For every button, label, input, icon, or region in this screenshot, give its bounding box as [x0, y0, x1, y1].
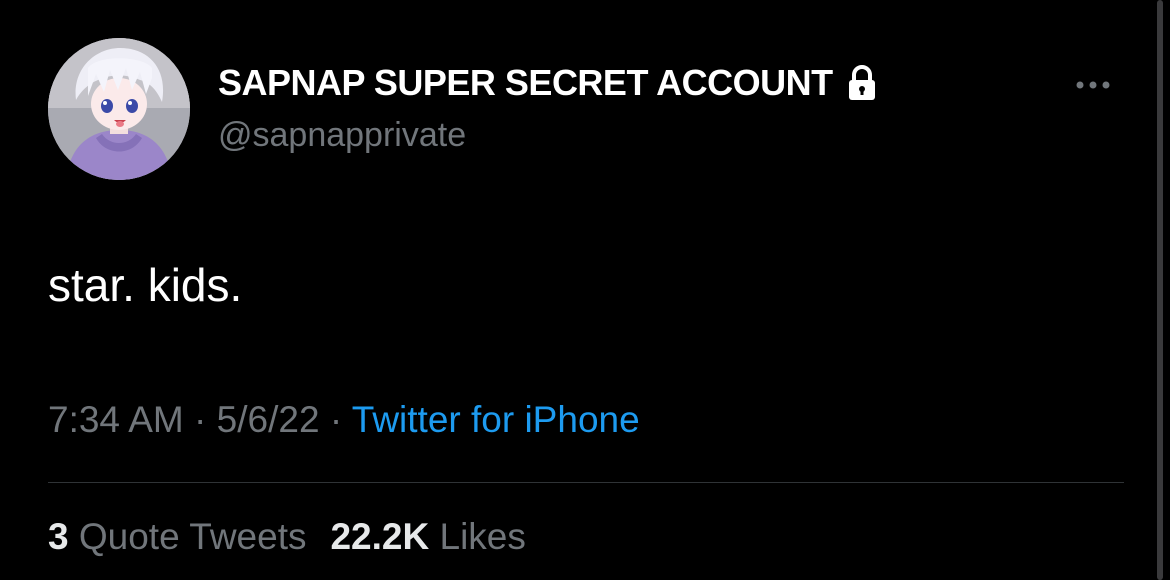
handle[interactable]: @sapnapprivate	[218, 116, 466, 155]
avatar[interactable]	[48, 38, 190, 180]
meta-separator: ·	[329, 399, 343, 440]
tweet-source-link[interactable]: Twitter for iPhone	[352, 399, 640, 440]
tweet-date[interactable]: 5/6/22	[217, 399, 320, 440]
tweet-time[interactable]: 7:34 AM	[48, 399, 184, 440]
quote-tweets-link[interactable]: 3 Quote Tweets	[48, 516, 306, 557]
lock-icon	[845, 64, 879, 102]
ellipsis-icon	[1076, 81, 1110, 89]
display-name-text: SAPNAP SUPER SECRET ACCOUNT	[218, 62, 833, 103]
quote-tweets-count: 3	[48, 516, 69, 557]
likes-label: Likes	[439, 516, 526, 557]
quote-tweets-label: Quote Tweets	[78, 516, 307, 557]
tweet-detail: SAPNAP SUPER SECRET ACCOUNT @sapnappriva…	[0, 0, 1170, 580]
likes-link[interactable]: 22.2K Likes	[330, 516, 525, 557]
more-options-button[interactable]	[1068, 70, 1118, 100]
meta-separator: ·	[194, 399, 207, 440]
divider	[48, 482, 1124, 483]
tweet-stats: 3 Quote Tweets 22.2K Likes	[48, 516, 526, 558]
tweet-text: star. kids.	[48, 259, 243, 311]
tweet-metadata: 7:34 AM · 5/6/22 · Twitter for iPhone	[48, 399, 640, 441]
scrollbar[interactable]	[1157, 0, 1163, 580]
display-name[interactable]: SAPNAP SUPER SECRET ACCOUNT	[218, 62, 879, 104]
likes-count: 22.2K	[330, 516, 430, 557]
avatar-image	[48, 38, 190, 180]
